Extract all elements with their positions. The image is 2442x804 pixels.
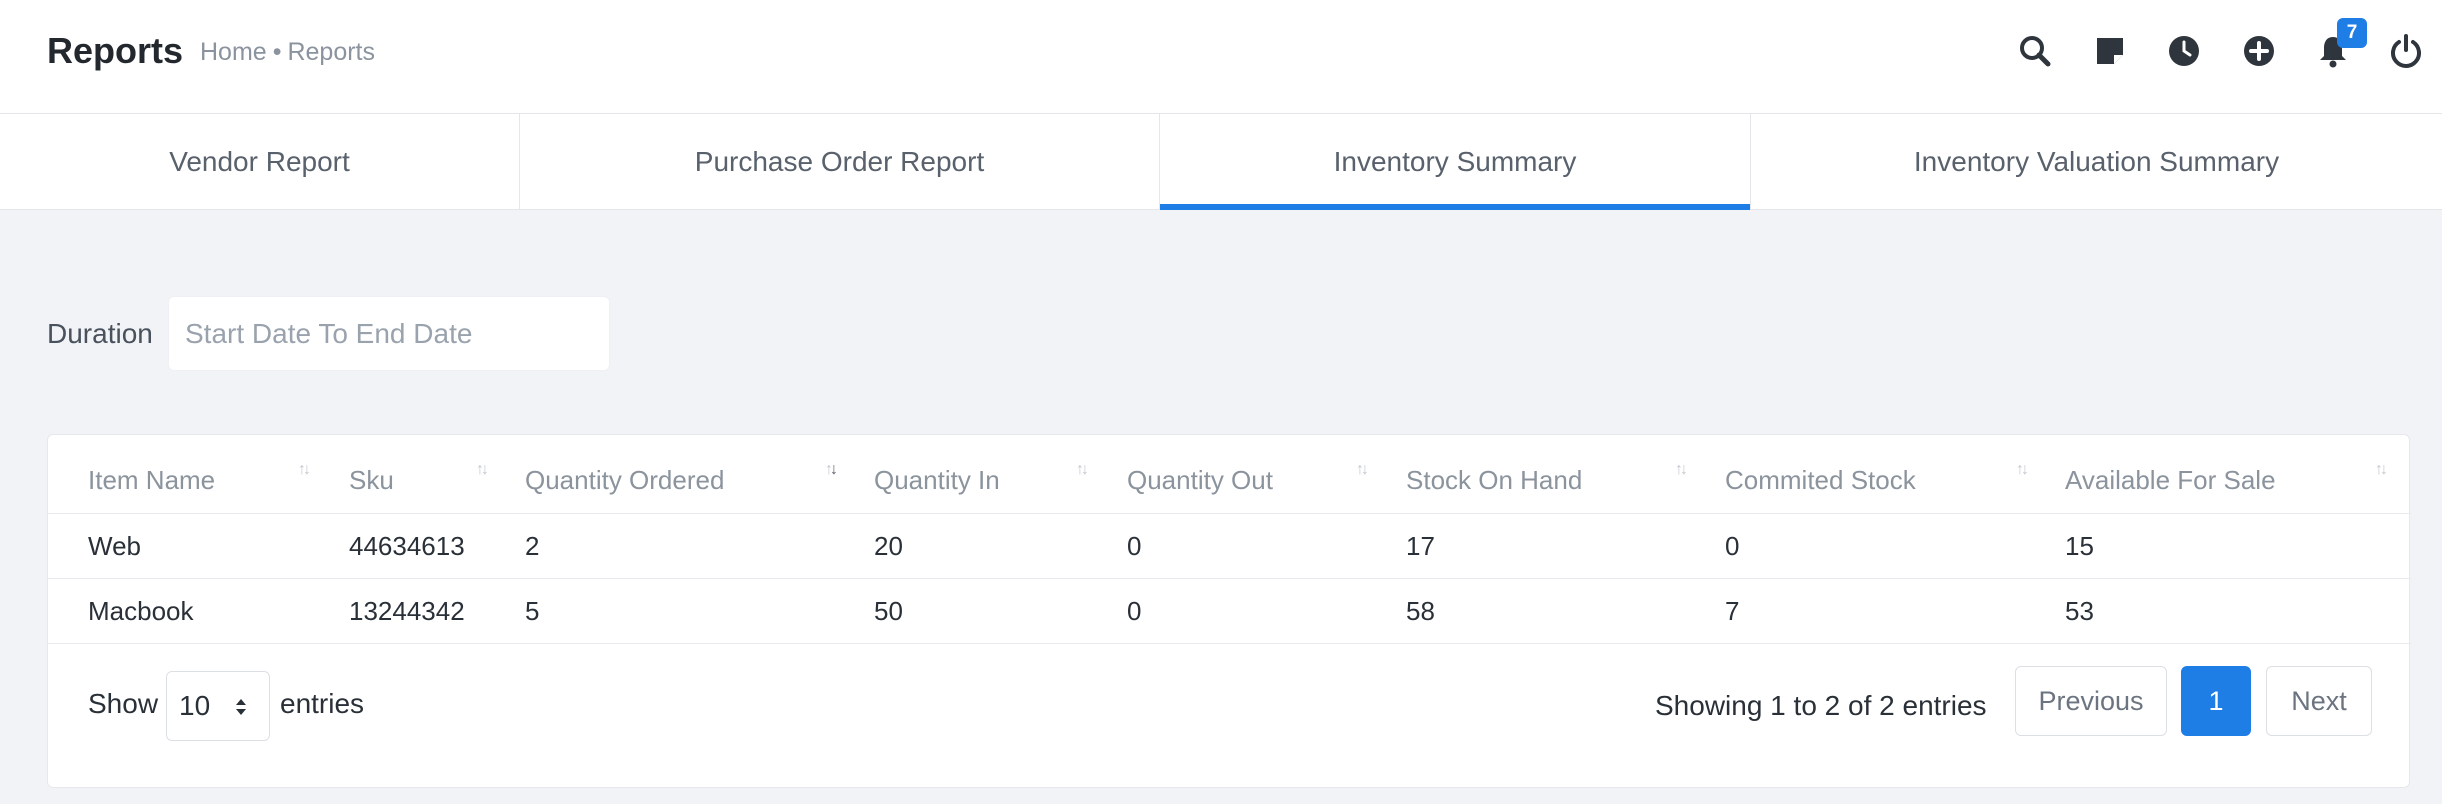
cell-item-name: Macbook [88,596,194,626]
sort-active-icon[interactable]: ↑↓ [825,461,838,479]
cell-available-for-sale: 53 [2065,596,2094,626]
next-button[interactable]: Next [2266,666,2372,736]
cell-available-for-sale: 15 [2065,531,2094,561]
breadcrumb-current: Reports [287,38,375,66]
breadcrumb-separator: • [272,38,282,66]
breadcrumb: Home • Reports [200,38,375,67]
cell-quantity-in: 20 [874,531,903,561]
show-label: Show [88,688,159,719]
page-title: Reports [47,30,184,71]
cell-quantity-out: 0 [1127,596,1142,626]
page-1-button[interactable]: 1 [2181,666,2251,736]
sort-icon[interactable]: ↑↓ [1675,461,1688,479]
cell-stock-on-hand: 17 [1406,531,1435,561]
plus-circle-icon[interactable] [2241,33,2277,69]
page-size-select[interactable]: 10 [166,671,270,741]
column-header-quantity-in[interactable]: Quantity In [874,465,1000,496]
tab-vendor-report[interactable]: Vendor Report [0,114,520,210]
cell-sku: 44634613 [349,531,465,561]
tab-inventory-summary[interactable]: Inventory Summary [1160,114,1751,210]
column-header-sku[interactable]: Sku [349,465,394,496]
column-header-commited-stock[interactable]: Commited Stock [1725,465,1916,496]
sort-icon[interactable]: ↑↓ [298,461,311,479]
column-header-available-for-sale[interactable]: Available For Sale [2065,465,2276,496]
cell-commited-stock: 0 [1725,531,1740,561]
report-tabs: Vendor Report Purchase Order Report Inve… [0,114,2442,210]
cell-quantity-ordered: 5 [525,596,540,626]
row-divider [48,578,2411,579]
notification-badge: 7 [2337,18,2367,48]
column-header-quantity-out[interactable]: Quantity Out [1127,465,1273,496]
inventory-table-card: Item Name ↑↓ Sku ↑↓ Quantity Ordered ↑↓ … [47,434,2411,788]
sort-icon[interactable]: ↑↓ [476,461,489,479]
clock-icon[interactable] [2166,33,2202,69]
breadcrumb-home[interactable]: Home [200,38,267,66]
sort-icon[interactable]: ↑↓ [2016,461,2029,479]
tab-purchase-order-report[interactable]: Purchase Order Report [520,114,1160,210]
duration-label: Duration [47,318,153,349]
tab-inventory-valuation-summary[interactable]: Inventory Valuation Summary [1751,114,2442,210]
pagination-info: Showing 1 to 2 of 2 entries [1655,690,1987,721]
previous-button[interactable]: Previous [2015,666,2167,736]
cell-stock-on-hand: 58 [1406,596,1435,626]
sort-icon[interactable]: ↑↓ [1356,461,1369,479]
note-icon[interactable] [2092,33,2128,69]
column-header-quantity-ordered[interactable]: Quantity Ordered [525,465,724,496]
cell-sku: 13244342 [349,596,465,626]
power-icon[interactable] [2388,33,2424,69]
column-header-stock-on-hand[interactable]: Stock On Hand [1406,465,1582,496]
search-icon[interactable] [2017,33,2053,69]
sort-icon[interactable]: ↑↓ [1076,461,1089,479]
cell-commited-stock: 7 [1725,596,1740,626]
cell-quantity-out: 0 [1127,531,1142,561]
column-header-item-name[interactable]: Item Name [88,465,215,496]
cell-quantity-ordered: 2 [525,531,540,561]
duration-input[interactable] [168,296,610,371]
select-arrows-icon [236,699,246,715]
entries-label: entries [280,688,365,719]
page-size-value: 10 [179,690,211,721]
sort-icon[interactable]: ↑↓ [2375,461,2388,479]
cell-item-name: Web [88,531,141,561]
cell-quantity-in: 50 [874,596,903,626]
top-bar: Reports Home • Reports 7 [0,0,2442,114]
row-divider [48,643,2411,644]
row-divider [48,513,2411,514]
